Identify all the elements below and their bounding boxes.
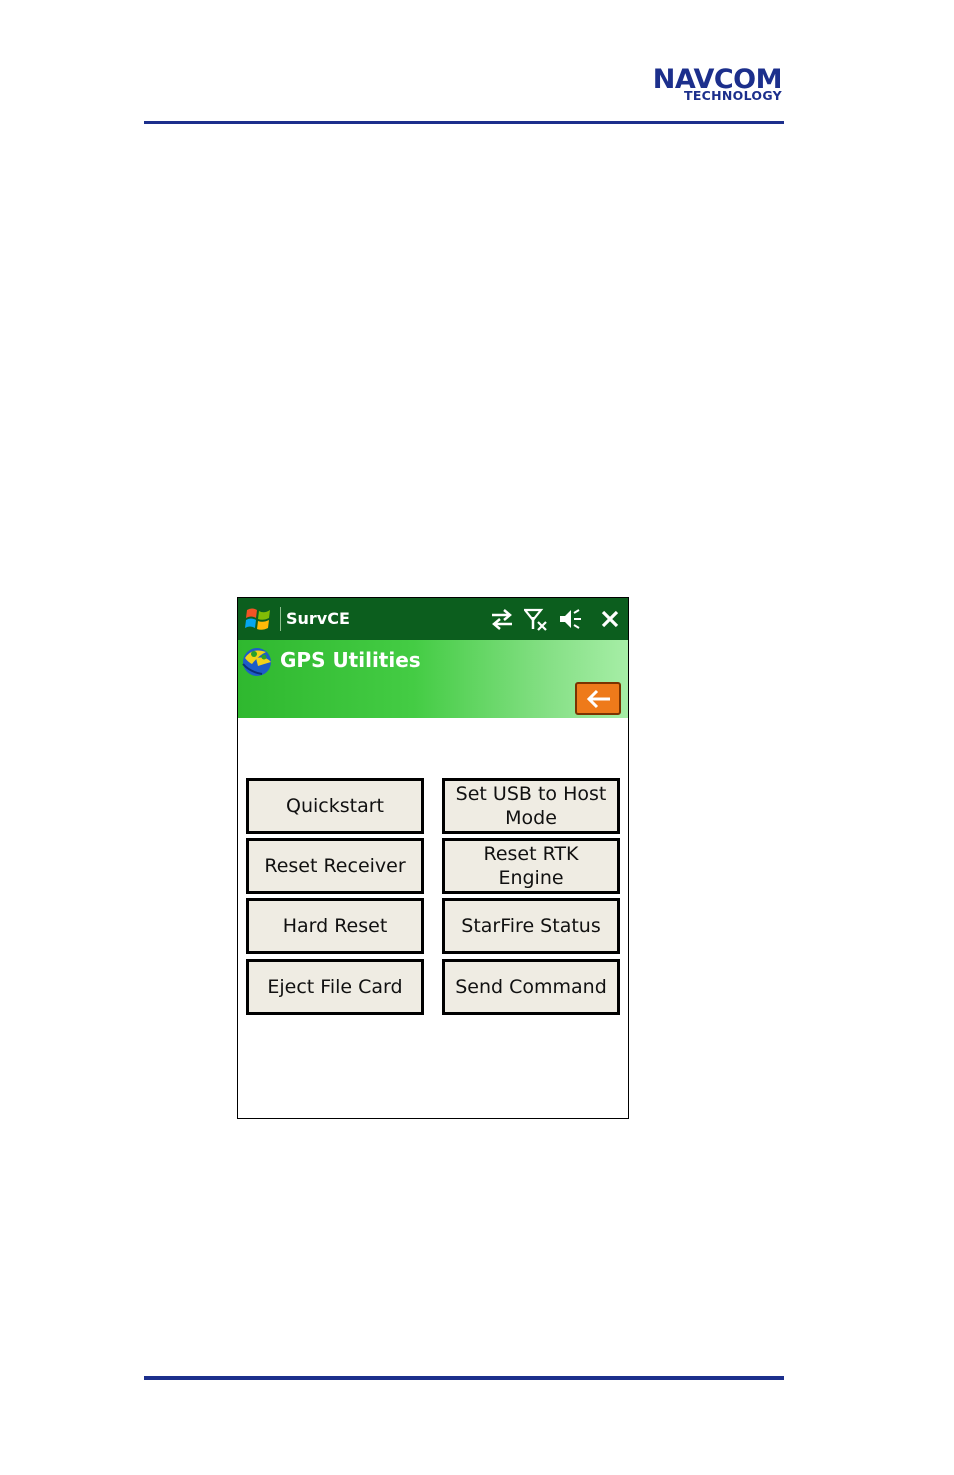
quickstart-button[interactable]: Quickstart — [246, 778, 424, 834]
windows-start-icon[interactable] — [243, 604, 275, 634]
header-rule — [144, 121, 784, 124]
survce-logo-icon — [242, 648, 271, 676]
title-separator — [280, 607, 281, 631]
hard-reset-button[interactable]: Hard Reset — [246, 898, 424, 954]
footer-rule — [144, 1376, 784, 1380]
connectivity-arrows-icon[interactable] — [490, 607, 514, 631]
title-bar: SurvCE — [238, 598, 628, 640]
no-signal-icon[interactable] — [524, 607, 548, 631]
page-title: GPS Utilities — [280, 648, 421, 672]
navcom-logo: NAVCOM TECHNOLOGY — [596, 66, 783, 106]
starfire-status-button[interactable]: StarFire Status — [442, 898, 620, 954]
back-arrow-icon — [586, 689, 610, 709]
set-usb-host-mode-button[interactable]: Set USB to Host Mode — [442, 778, 620, 834]
reset-rtk-engine-button[interactable]: Reset RTK Engine — [442, 838, 620, 894]
send-command-button[interactable]: Send Command — [442, 959, 620, 1015]
back-button[interactable] — [575, 682, 621, 715]
reset-receiver-button[interactable]: Reset Receiver — [246, 838, 424, 894]
app-title: SurvCE — [286, 609, 350, 628]
device-screen: SurvCE GPS Utilities Quickstart Set USB … — [237, 597, 629, 1119]
logo-line-2: TECHNOLOGY — [684, 88, 782, 103]
speaker-muted-icon[interactable] — [558, 607, 582, 631]
eject-file-card-button[interactable]: Eject File Card — [246, 959, 424, 1015]
close-icon[interactable] — [598, 607, 622, 631]
page-header: GPS Utilities — [238, 640, 628, 718]
